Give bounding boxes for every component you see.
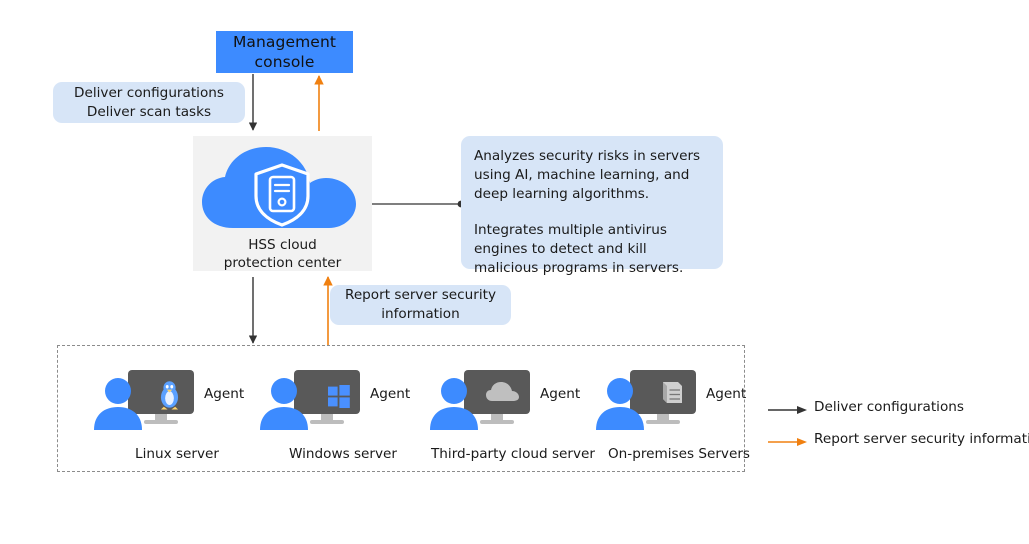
legend-deliver-configurations-label: Deliver configurations xyxy=(814,399,964,415)
linux-penguin-monitor-icon xyxy=(94,370,194,430)
cloud-shield-server-icon xyxy=(202,147,356,228)
node-third-party-cloud-server-label: Third-party cloud server xyxy=(431,446,595,462)
cloud-monitor-icon xyxy=(430,370,530,430)
callout-analyze-security: Analyzes security risks in servers using… xyxy=(461,136,723,276)
node-third-party-cloud-server[interactable]: Agent Third-party cloud server xyxy=(428,368,598,473)
legend-report-server-security-label: Report server security information xyxy=(814,431,1029,447)
diagram-canvas: Management console Deliver configuration… xyxy=(0,0,1029,544)
callout-deliver-configurations: Deliver configurations Deliver scan task… xyxy=(53,82,245,123)
node-agent-label: Agent xyxy=(706,386,747,402)
legend-orange-arrow-icon xyxy=(768,438,807,446)
node-agent-label: Agent xyxy=(370,386,411,402)
server-rack-monitor-icon xyxy=(596,370,696,430)
node-on-premises-servers[interactable]: Agent On-premises Servers xyxy=(594,368,764,473)
node-agent-label: Agent xyxy=(540,386,581,402)
callout-report-server-security: Report server security information xyxy=(330,285,511,325)
callout-report-text: Report server security information xyxy=(344,287,496,322)
windows-logo-monitor-icon xyxy=(260,370,360,430)
node-linux-server-label: Linux server xyxy=(135,446,219,462)
hss-cloud-protection-label: HSS cloud protection center xyxy=(223,237,342,271)
management-console-label: Management console xyxy=(232,33,337,71)
callout-analyze-paragraph-2: Integrates multiple antivirus engines to… xyxy=(474,222,684,276)
node-on-premises-servers-label: On-premises Servers xyxy=(607,446,751,462)
legend-black-arrow-icon xyxy=(768,406,807,414)
node-agent-label: Agent xyxy=(204,386,245,402)
callout-analyze-paragraph-1: Analyzes security risks in servers using… xyxy=(474,148,701,202)
node-linux-server[interactable]: Agent Linux server xyxy=(92,368,262,473)
node-windows-server-label: Windows server xyxy=(288,446,398,462)
node-windows-server[interactable]: Agent Windows server xyxy=(258,368,428,473)
management-console-box[interactable]: Management console xyxy=(216,31,353,73)
callout-deliver-text: Deliver configurations Deliver scan task… xyxy=(74,84,224,120)
